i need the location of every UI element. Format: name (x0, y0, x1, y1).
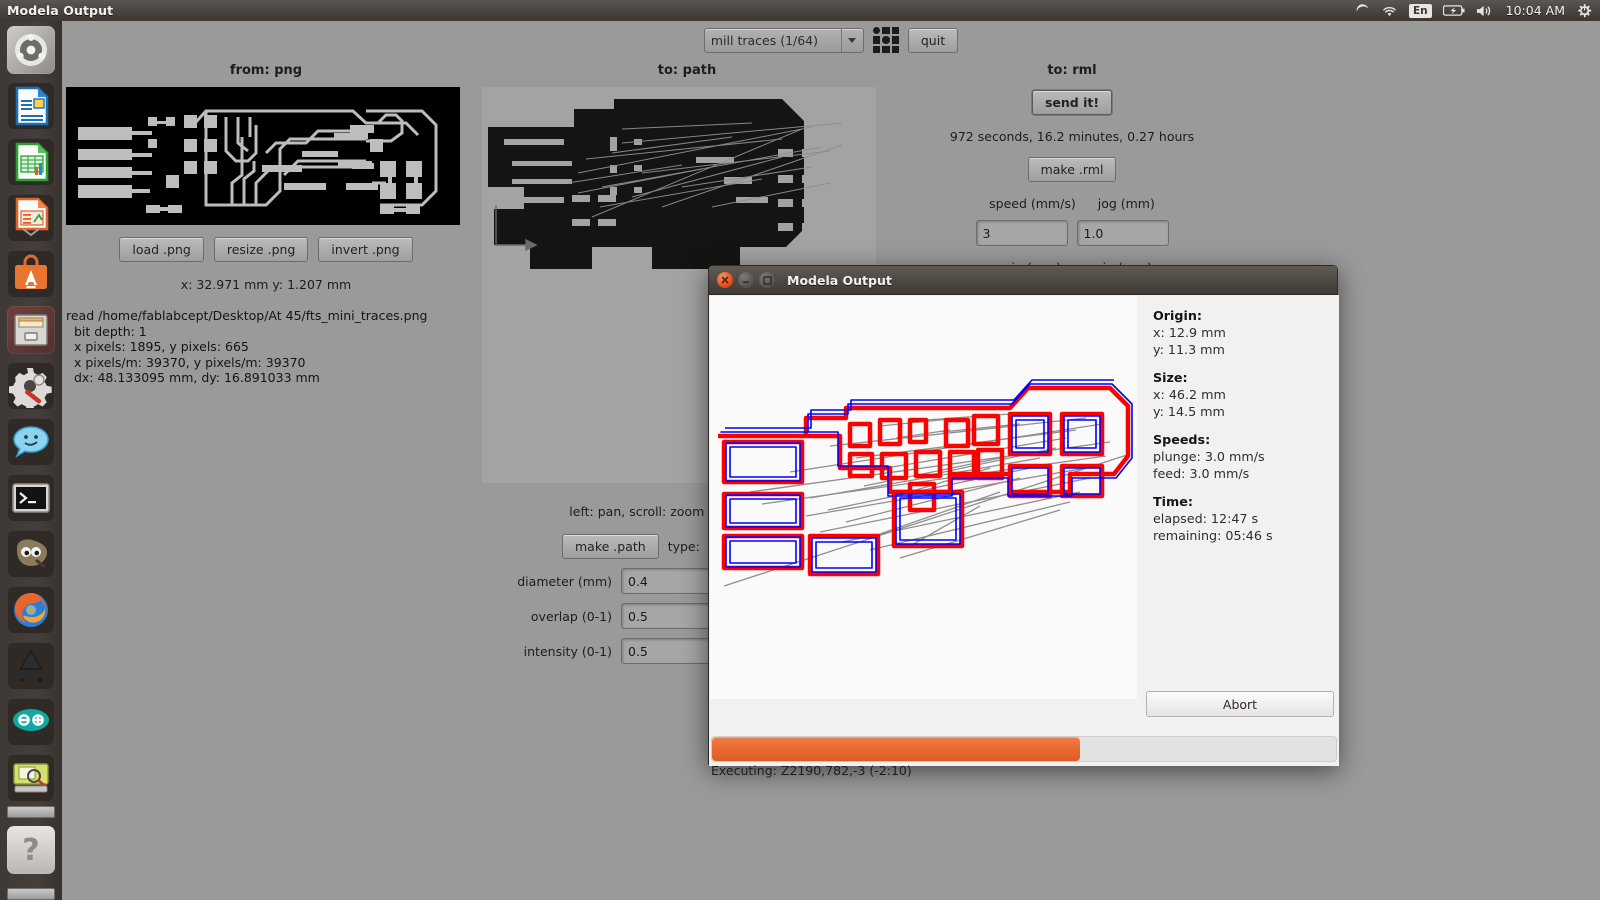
progress-bar (711, 736, 1337, 762)
dialog-title: Modela Output (787, 272, 892, 288)
origin-y: y: 11.3 mm (1153, 342, 1225, 357)
feed-speed: feed: 3.0 mm/s (1153, 466, 1250, 481)
unity-launcher: ? (0, 21, 62, 900)
ubuntu-circle-icon[interactable] (1355, 0, 1370, 21)
modela-output-dialog: Modela Output Origin: x: 12.9 mm y: 11.3… (708, 265, 1339, 778)
progress-bar-fill (712, 737, 1081, 761)
speeds-heading: Speeds: (1153, 432, 1211, 447)
path-panel-title: to: path (657, 63, 717, 78)
speeds-group: Speeds: plunge: 3.0 mm/s feed: 3.0 mm/s (1153, 431, 1339, 482)
trash-stack-layer (7, 888, 55, 900)
quit-button[interactable]: quit (907, 27, 959, 53)
dialog-info-panel: Origin: x: 12.9 mm y: 11.3 mm Size: x: 4… (1139, 295, 1339, 735)
plunge-speed: plunge: 3.0 mm/s (1153, 449, 1265, 464)
sidebar-item-workspace-stack[interactable] (7, 754, 55, 802)
overlap-label: overlap (0-1) (530, 608, 612, 624)
svg-text:?: ? (22, 833, 39, 868)
pan-zoom-hint: left: pan, scroll: zoom (569, 504, 705, 519)
jog-label: jog (mm) (1097, 196, 1155, 211)
rml-panel: to: rml send it! 972 seconds, 16.2 minut… (907, 63, 1237, 275)
size-y: y: 14.5 mm (1153, 404, 1225, 419)
size-x: x: 46.2 mm (1153, 387, 1226, 402)
process-select-value: mill traces (1/64) (710, 32, 819, 48)
resize-png-button[interactable]: resize .png (213, 237, 309, 262)
sidebar-item-firefox[interactable] (7, 586, 55, 634)
png-preview-canvas[interactable] (66, 87, 460, 225)
sidebar-item-libreoffice-writer[interactable] (7, 82, 55, 130)
make-path-button[interactable]: make .path (562, 533, 659, 559)
sidebar-item-system-settings[interactable] (7, 362, 55, 410)
png-console-output: read /home/fablabcept/Desktop/At 45/fts_… (66, 308, 428, 385)
remaining-time: remaining: 05:46 s (1153, 528, 1273, 543)
keyboard-layout-indicator[interactable]: En (1409, 3, 1432, 18)
load-png-button[interactable]: load .png (119, 237, 204, 262)
speed-input[interactable] (975, 220, 1068, 246)
make-rml-button[interactable]: make .rml (1027, 157, 1117, 182)
png-panel: from: png load .png resize .png invert .… (66, 63, 466, 386)
abort-button[interactable]: Abort (1146, 691, 1334, 717)
invert-png-button[interactable]: invert .png (318, 237, 413, 262)
png-panel-title: from: png (229, 63, 303, 78)
sidebar-item-libreoffice-impress[interactable] (7, 194, 55, 242)
sidebar-item-empathy[interactable] (7, 418, 55, 466)
sidebar-item-libreoffice-calc[interactable] (7, 138, 55, 186)
grid-3x3-icon[interactable] (872, 27, 899, 53)
workspace-stack-layer (7, 806, 55, 818)
battery-icon[interactable] (1442, 0, 1465, 21)
system-tray: En 10:04 AM (1355, 0, 1600, 21)
dialog-titlebar[interactable]: Modela Output (709, 266, 1337, 295)
diameter-label: diameter (mm) (517, 573, 612, 589)
time-group: Time: elapsed: 12:47 s remaining: 05:46 … (1153, 493, 1339, 544)
sidebar-item-gimp[interactable] (7, 530, 55, 578)
dialog-footer: Executing: Z2190,782,-3 (-2:10) (709, 735, 1339, 778)
wifi-icon[interactable] (1381, 0, 1398, 21)
toolpath-preview-canvas[interactable] (710, 296, 1137, 699)
origin-heading: Origin: (1153, 308, 1202, 323)
top-panel-title: Modela Output (7, 3, 114, 18)
time-heading: Time: (1153, 494, 1193, 509)
top-panel: Modela Output En 10:04 AM (0, 0, 1600, 21)
intensity-input[interactable] (621, 638, 717, 664)
overlap-input[interactable] (621, 603, 717, 629)
clock[interactable]: 10:04 AM (1506, 3, 1565, 18)
sidebar-item-help[interactable]: ? (7, 826, 55, 874)
type-label: type: (667, 538, 700, 554)
rml-panel-title: to: rml (1047, 63, 1097, 78)
size-group: Size: x: 46.2 mm y: 14.5 mm (1153, 369, 1339, 420)
origin-group: Origin: x: 12.9 mm y: 11.3 mm (1153, 307, 1339, 358)
maximize-icon[interactable] (759, 272, 775, 288)
process-select[interactable]: mill traces (1/64) (703, 27, 864, 53)
time-estimate: 972 seconds, 16.2 minutes, 0.27 hours (949, 129, 1195, 144)
minimize-icon[interactable] (738, 272, 754, 288)
size-heading: Size: (1153, 370, 1188, 385)
gear-power-icon[interactable] (1576, 0, 1592, 21)
png-button-row: load .png resize .png invert .png (66, 237, 466, 262)
diameter-input[interactable] (621, 568, 717, 594)
sidebar-item-files[interactable] (7, 306, 55, 354)
chevron-down-icon[interactable] (840, 28, 863, 52)
sidebar-item-ubuntu-software-center[interactable] (7, 250, 55, 298)
sidebar-item-terminal[interactable] (7, 474, 55, 522)
sidebar-item-inkscape[interactable] (7, 642, 55, 690)
sidebar-item-arduino[interactable] (7, 698, 55, 746)
speed-label: speed (mm/s) (989, 196, 1076, 211)
volume-icon[interactable] (1476, 0, 1495, 21)
send-it-button[interactable]: send it! (1031, 90, 1113, 115)
close-icon[interactable] (717, 272, 733, 288)
status-line: Executing: Z2190,782,-3 (-2:10) (711, 763, 912, 778)
intensity-label: intensity (0-1) (523, 643, 612, 659)
dialog-body: Origin: x: 12.9 mm y: 11.3 mm Size: x: 4… (709, 295, 1339, 735)
app-toolbar: mill traces (1/64) quit (62, 21, 1600, 59)
png-cursor-coordinates: x: 32.971 mm y: 1.207 mm (180, 277, 352, 292)
elapsed-time: elapsed: 12:47 s (1153, 511, 1259, 526)
origin-x: x: 12.9 mm (1153, 325, 1226, 340)
sidebar-item-ubuntu-dash[interactable] (7, 26, 55, 74)
jog-input[interactable] (1076, 220, 1169, 246)
